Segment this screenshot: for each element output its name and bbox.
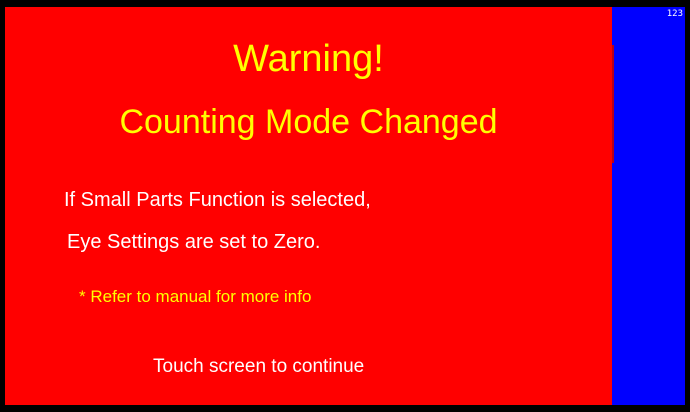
warning-subtitle: Counting Mode Changed (119, 103, 498, 141)
warning-title: Warning! (233, 38, 384, 80)
side-number-label: 123 (666, 9, 683, 19)
message-line-2: Eye Settings are set to Zero. (67, 231, 321, 253)
panel-divider (612, 45, 614, 163)
continue-prompt[interactable]: Touch screen to continue (153, 356, 364, 378)
warning-panel[interactable]: Warning! Counting Mode Changed If Small … (5, 7, 612, 405)
manual-note: * Refer to manual for more info (79, 287, 312, 306)
screen-frame: Warning! Counting Mode Changed If Small … (0, 0, 690, 412)
side-panel: 123 (612, 7, 685, 405)
message-line-1: If Small Parts Function is selected, (64, 189, 371, 211)
